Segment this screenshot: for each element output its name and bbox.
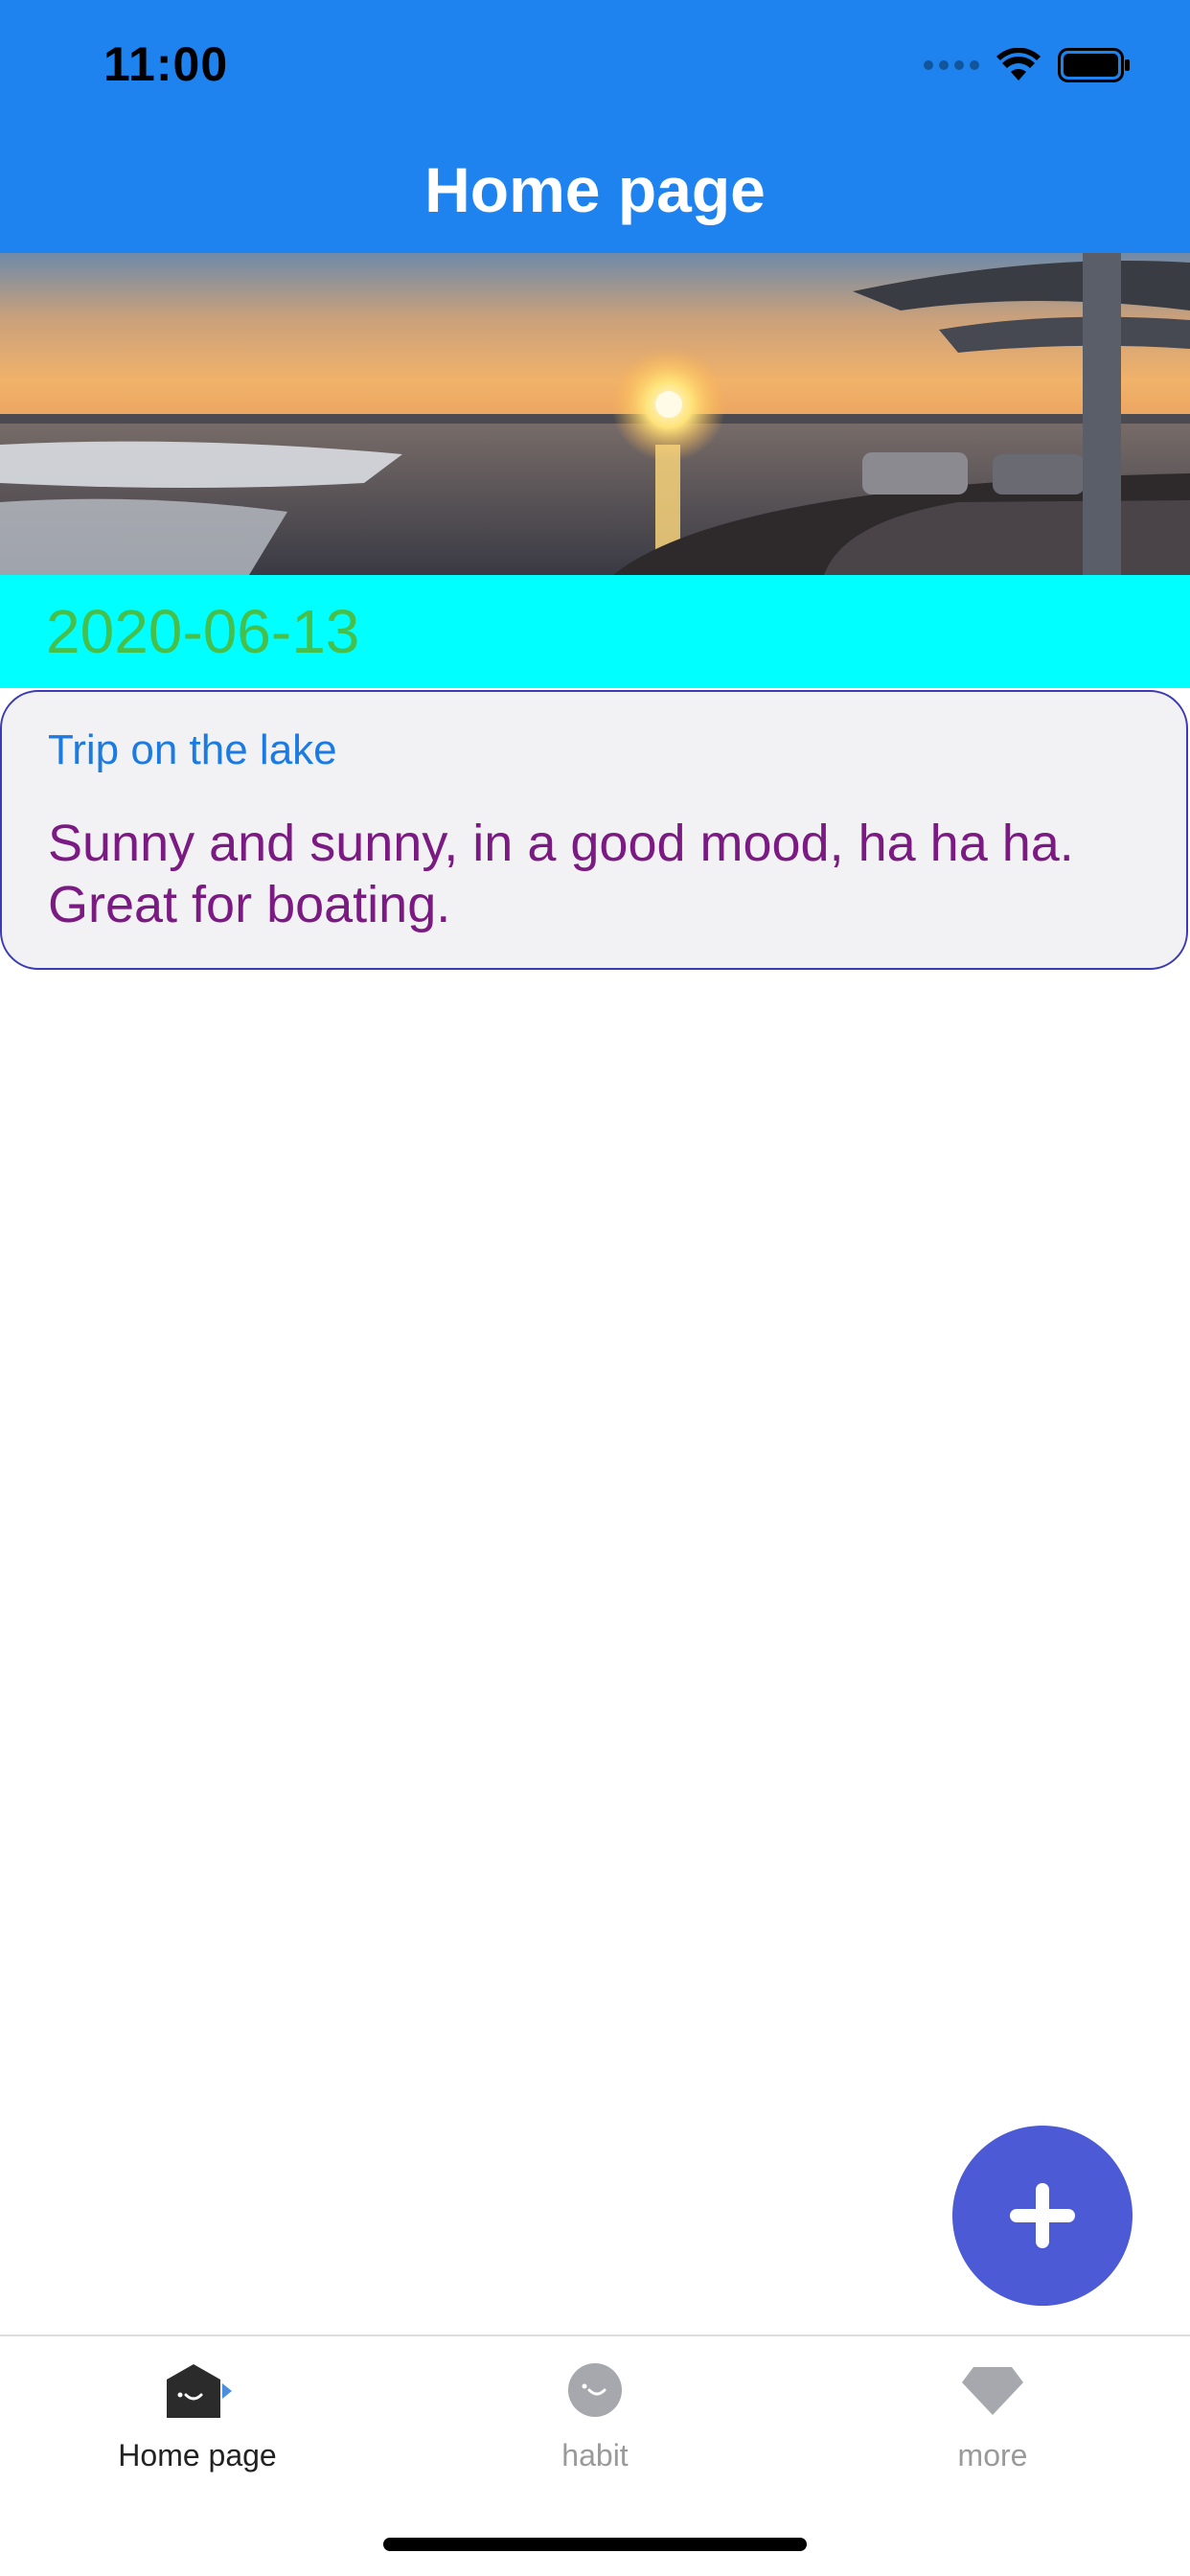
- tab-home-label: Home page: [118, 2438, 277, 2472]
- home-icon: [163, 2356, 232, 2425]
- entry-body: Sunny and sunny, in a good mood, ha ha h…: [48, 815, 1074, 933]
- status-icons: [924, 42, 1131, 88]
- date-header: 2020-06-13: [0, 575, 1190, 688]
- wifi-icon: [996, 48, 1041, 80]
- diary-entry-card[interactable]: Trip on the lake Sunny and sunny, in a g…: [0, 690, 1188, 970]
- app-screen: 11:00 Home page 2020-06-13 Trip on the l…: [0, 0, 1190, 2576]
- add-entry-button[interactable]: [952, 2126, 1133, 2306]
- battery-icon: [1058, 48, 1130, 82]
- tab-more[interactable]: more: [849, 2356, 1136, 2499]
- tab-habit-label: habit: [561, 2438, 629, 2472]
- tab-more-label: more: [957, 2438, 1028, 2472]
- plus-icon: [1010, 2183, 1075, 2248]
- smiley-icon: [561, 2356, 629, 2425]
- home-indicator: [383, 2538, 807, 2551]
- cellular-signal-icon: [924, 60, 979, 70]
- tab-habit[interactable]: habit: [451, 2356, 739, 2499]
- page-title: Home page: [424, 154, 766, 225]
- status-time: 11:00: [103, 37, 229, 91]
- entry-title: Trip on the lake: [48, 726, 337, 773]
- banner-image: [0, 253, 1190, 575]
- entry-date: 2020-06-13: [46, 597, 360, 666]
- header: 11:00 Home page: [0, 0, 1190, 253]
- diamond-icon: [958, 2356, 1027, 2425]
- tab-home[interactable]: Home page: [54, 2356, 341, 2499]
